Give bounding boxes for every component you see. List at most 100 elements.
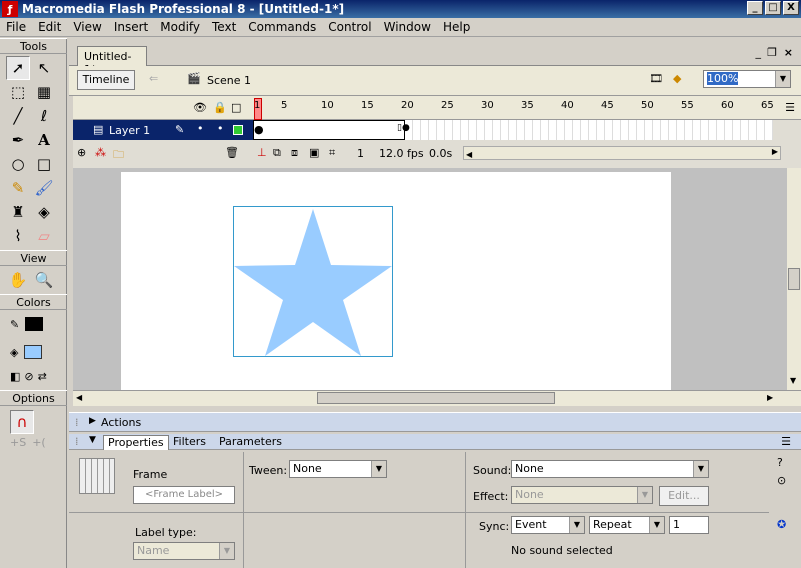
maximize-button[interactable]: □ (765, 1, 781, 15)
edit-multiple-icon[interactable]: ▣ (309, 146, 319, 159)
menu-control[interactable]: Control (322, 20, 377, 34)
menu-help[interactable]: Help (437, 20, 476, 34)
chevron-down-icon[interactable]: ▼ (649, 517, 664, 533)
repeat-count-input[interactable]: 1 (669, 516, 709, 534)
fill-color-swatch[interactable] (24, 345, 43, 359)
scroll-right-icon[interactable]: ▶ (772, 147, 778, 156)
edit-symbol-icon[interactable]: ◆ (673, 72, 681, 85)
chevron-down-icon[interactable]: ▼ (637, 487, 652, 503)
eye-icon[interactable]: 👁 (193, 101, 207, 114)
scroll-right-icon[interactable]: ▶ (767, 393, 773, 402)
smooth-icon[interactable]: +S (10, 436, 26, 449)
grip-icon[interactable]: ⁞ (75, 435, 79, 448)
frame-strip[interactable]: ● ▯● (253, 120, 773, 140)
chevron-down-icon[interactable]: ▼ (569, 517, 584, 533)
panel-menu-icon[interactable]: ☰ (781, 435, 791, 448)
rectangle-tool-icon[interactable]: □ (32, 152, 56, 176)
selection-box[interactable] (233, 206, 393, 357)
frame-label-input[interactable]: <Frame Label> (133, 486, 235, 504)
text-tool-icon[interactable]: A (32, 128, 56, 152)
stage-hscroll[interactable]: ◀ ▶ (73, 390, 801, 406)
eyedropper-tool-icon[interactable]: ⌇ (6, 224, 30, 248)
modify-markers-icon[interactable]: ⌗ (329, 146, 335, 160)
black-white-icon[interactable]: ◧ (10, 370, 20, 384)
lasso-tool-icon[interactable]: ℓ (32, 104, 56, 128)
swap-colors-icon[interactable]: ⇄ (38, 370, 47, 384)
timeline-hscroll[interactable]: ◀ ▶ (463, 146, 781, 160)
star-shape[interactable] (234, 207, 392, 356)
trash-icon[interactable]: 🗑 (225, 146, 239, 159)
tab-parameters[interactable]: Parameters (215, 435, 286, 450)
lock-dot-icon[interactable]: • (217, 122, 224, 135)
center-frame-icon[interactable]: ⊥ (257, 146, 267, 159)
hand-tool-icon[interactable]: ✋ (6, 268, 30, 292)
vscroll-thumb[interactable] (788, 268, 800, 290)
scroll-down-icon[interactable]: ▼ (790, 376, 796, 385)
visible-dot-icon[interactable]: • (197, 122, 204, 135)
free-transform-tool-icon[interactable]: ⬚ (6, 80, 30, 104)
selection-tool-icon[interactable]: ➚ (6, 56, 30, 80)
outline-color-box[interactable] (233, 125, 243, 135)
lock-icon[interactable]: 🔒 (213, 101, 227, 114)
add-folder-icon[interactable]: 🗀 (113, 146, 124, 165)
minimize-button[interactable]: _ (747, 1, 763, 15)
zoom-tool-icon[interactable]: 🔍 (32, 268, 56, 292)
edit-scene-icon[interactable]: 🎞 (649, 72, 663, 85)
stage[interactable] (121, 172, 671, 390)
fill-transform-tool-icon[interactable]: ▦ (32, 80, 56, 104)
chevron-down-icon[interactable]: ▼ (219, 543, 234, 559)
repeat-select[interactable]: Repeat ▼ (589, 516, 665, 534)
onion-skin-icon[interactable]: ⧉ (273, 146, 281, 160)
ink-bottle-tool-icon[interactable]: ♜ (6, 200, 30, 224)
chevron-down-icon[interactable]: ▼ (371, 461, 386, 477)
doc-close-icon[interactable]: × (784, 46, 793, 59)
effect-select[interactable]: None ▼ (511, 486, 653, 504)
label-type-select[interactable]: Name ▼ (133, 542, 235, 560)
menu-window[interactable]: Window (378, 20, 437, 34)
help-icon[interactable]: ? (777, 456, 783, 469)
menu-modify[interactable]: Modify (154, 20, 206, 34)
chevron-down-icon[interactable]: ▼ (693, 461, 708, 477)
document-tab[interactable]: Untitled-1* (77, 46, 147, 76)
zoom-select[interactable]: 100% ▼ (703, 70, 791, 88)
menu-view[interactable]: View (67, 20, 107, 34)
snap-magnet-icon[interactable]: ∩ (10, 410, 34, 434)
add-layer-icon[interactable]: ⊕ (77, 146, 86, 159)
menu-text[interactable]: Text (206, 20, 242, 34)
outline-icon[interactable]: □ (231, 101, 241, 114)
menu-insert[interactable]: Insert (108, 20, 154, 34)
sound-select[interactable]: None ▼ (511, 460, 709, 478)
tween-select[interactable]: None ▼ (289, 460, 387, 478)
scroll-left-icon[interactable]: ◀ (76, 393, 82, 402)
frame-rate[interactable]: 12.0 fps (379, 147, 424, 160)
add-guide-icon[interactable]: ⁂ (95, 146, 106, 159)
menu-commands[interactable]: Commands (242, 20, 322, 34)
timeline-toggle-button[interactable]: Timeline (77, 70, 135, 90)
stroke-color-swatch[interactable] (25, 317, 44, 331)
doc-restore-icon[interactable]: ❐ (767, 46, 777, 59)
keyframe[interactable] (253, 120, 405, 140)
pen-tool-icon[interactable]: ✒ (6, 128, 30, 152)
no-color-icon[interactable]: ⊘ (24, 370, 33, 384)
subselection-tool-icon[interactable]: ↖ (32, 56, 56, 80)
actions-panel-header[interactable]: ⁞ ▶ Actions (69, 412, 801, 432)
paint-bucket-tool-icon[interactable]: ◈ (32, 200, 56, 224)
oval-tool-icon[interactable]: ○ (6, 152, 30, 176)
expand-arrow-icon[interactable]: ▶ (89, 416, 96, 426)
menu-edit[interactable]: Edit (32, 20, 67, 34)
expand-panel-icon[interactable]: ⊙ (777, 474, 786, 487)
chevron-down-icon[interactable]: ▼ (775, 71, 790, 87)
scroll-left-icon[interactable]: ◀ (466, 150, 472, 159)
sync-select[interactable]: Event ▼ (511, 516, 585, 534)
edit-button[interactable]: Edit... (659, 486, 709, 506)
pencil-tool-icon[interactable]: ✎ (6, 176, 30, 200)
back-arrow-icon[interactable]: ⇐ (149, 72, 158, 85)
timeline-menu-icon[interactable]: ☰ (785, 101, 795, 114)
straighten-icon[interactable]: +( (32, 436, 46, 449)
tab-filters[interactable]: Filters (169, 435, 210, 450)
tab-properties[interactable]: Properties (103, 435, 169, 450)
close-button[interactable]: X (783, 1, 799, 15)
layer-row[interactable]: ▤ Layer 1 ✎ • • (73, 120, 253, 140)
brush-tool-icon[interactable]: 🖌 (32, 176, 56, 200)
hscroll-thumb[interactable] (317, 392, 555, 404)
